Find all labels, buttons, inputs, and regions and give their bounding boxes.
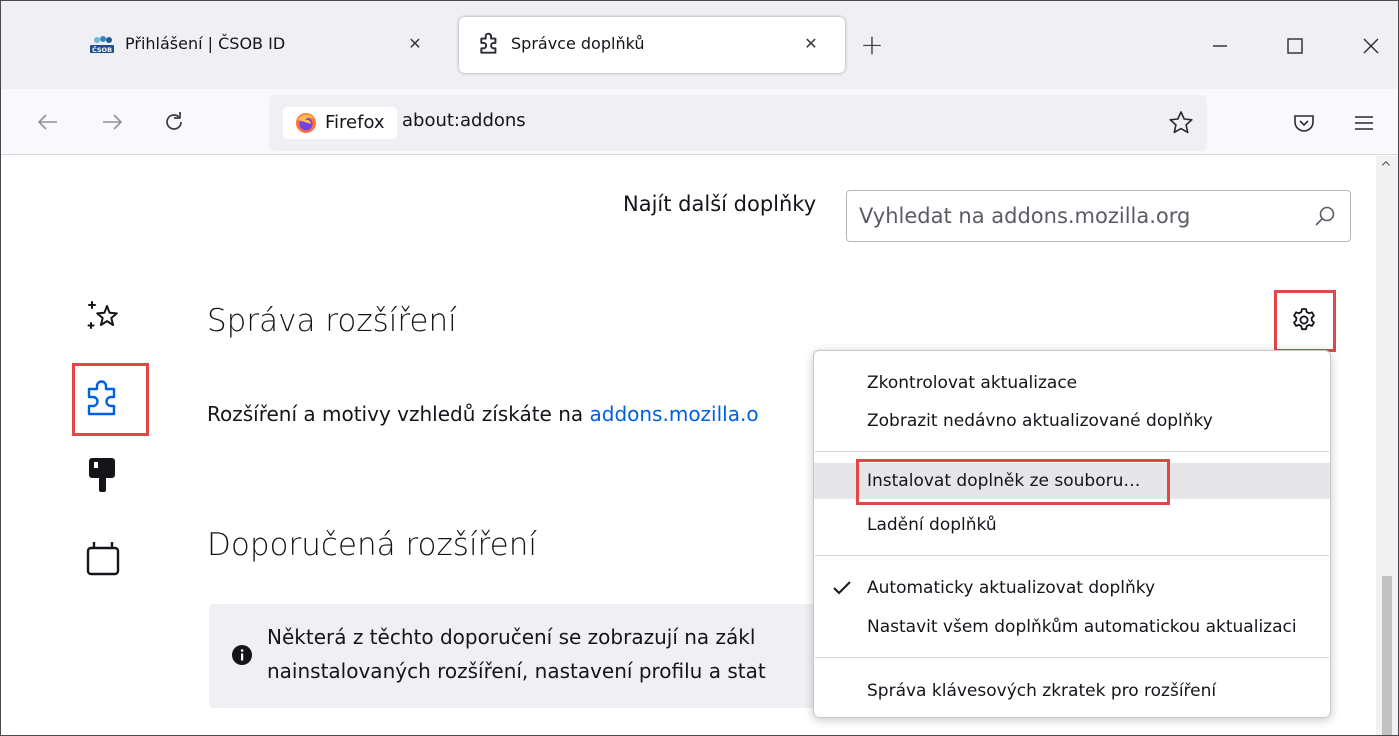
addons-mozilla-link[interactable]: addons.mozilla.o <box>590 402 759 426</box>
svg-text:ČSOB: ČSOB <box>92 45 112 54</box>
menu-item-debug-addons[interactable]: Ladění doplňků <box>814 507 1330 543</box>
checkmark-icon <box>833 581 851 595</box>
menu-item-reset-auto-update[interactable]: Nastavit všem doplňkům automatickou aktu… <box>814 609 1330 645</box>
recommended-extensions-heading: Doporučená rozšíření <box>207 527 537 563</box>
minimize-icon[interactable] <box>1205 31 1235 61</box>
puzzle-icon[interactable] <box>81 377 125 421</box>
close-tab-icon[interactable]: ✕ <box>799 32 823 56</box>
info-line: Některá z těchto doporučení se zobrazují… <box>267 625 756 649</box>
recommendation-info-box: Některá z těchto doporučení se zobrazují… <box>209 604 849 708</box>
sparkle-star-icon[interactable] <box>81 294 125 338</box>
vertical-scrollbar[interactable]: ^ <box>1376 156 1398 735</box>
csob-logo-icon: ČSOB <box>90 36 114 54</box>
firefox-logo-icon <box>296 113 316 133</box>
menu-separator <box>815 657 1329 658</box>
pocket-icon[interactable] <box>1291 110 1317 136</box>
search-icon[interactable] <box>1312 203 1338 229</box>
info-line: nainstalovaných rozšíření, nastavení pro… <box>267 659 766 683</box>
install-from-file-highlight <box>856 459 1170 505</box>
addons-search-box[interactable] <box>846 190 1351 242</box>
navigation-toolbar: Firefox about:addons <box>1 89 1398 155</box>
menu-item-label: Automaticky aktualizovat doplňky <box>867 578 1156 598</box>
addons-tools-menu: Zkontrolovat aktualizace Zobrazit nedávn… <box>813 350 1331 718</box>
maximize-icon[interactable] <box>1280 31 1310 61</box>
menu-item-manage-shortcuts[interactable]: Správa klávesových zkratek pro rozšíření <box>814 673 1330 709</box>
menu-item-check-updates[interactable]: Zkontrolovat aktualizace <box>814 365 1330 401</box>
description-text: Rozšíření a motivy vzhledů získáte na <box>207 402 590 426</box>
tab-csob-login[interactable]: ČSOB Přihlášení | ČSOB ID ✕ <box>67 17 449 73</box>
info-icon <box>232 645 252 665</box>
puzzle-icon <box>480 32 497 54</box>
url-text[interactable]: about:addons <box>402 110 526 131</box>
scroll-thumb[interactable] <box>1382 576 1392 735</box>
tab-addons-manager[interactable]: Správce doplňků ✕ <box>459 17 845 73</box>
close-tab-icon[interactable]: ✕ <box>403 32 427 56</box>
menu-item-label: Zobrazit nedávno aktualizované doplňky <box>867 411 1213 431</box>
tab-title: Přihlášení | ČSOB ID <box>125 34 286 53</box>
menu-item-label: Ladění doplňků <box>867 515 997 535</box>
menu-item-label: Zkontrolovat aktualizace <box>867 373 1078 393</box>
extensions-description: Rozšíření a motivy vzhledů získáte na ad… <box>207 402 759 426</box>
paintbrush-icon[interactable] <box>81 452 125 496</box>
tab-strip: ČSOB Přihlášení | ČSOB ID ✕ Správce dopl… <box>1 1 1398 89</box>
identity-box[interactable]: Firefox <box>283 107 397 139</box>
tools-button-highlight <box>1274 290 1336 352</box>
menu-separator <box>815 451 1329 452</box>
menu-item-auto-update[interactable]: Automaticky aktualizovat doplňky <box>814 570 1330 606</box>
addons-search-input[interactable] <box>859 199 1299 233</box>
new-tab-button[interactable]: + <box>857 31 887 61</box>
browser-window: ČSOB Přihlášení | ČSOB ID ✕ Správce dopl… <box>0 0 1399 736</box>
scroll-up-icon[interactable]: ^ <box>1380 160 1392 176</box>
find-more-addons-label: Najít další doplňky <box>623 192 817 216</box>
menu-item-label: Správa klávesových zkratek pro rozšíření <box>867 681 1217 701</box>
back-arrow-icon[interactable] <box>35 109 61 135</box>
plugin-icon[interactable] <box>81 536 125 580</box>
url-bar[interactable]: Firefox about:addons <box>269 95 1207 151</box>
manage-extensions-heading: Správa rozšíření <box>207 303 457 339</box>
menu-item-view-recent-updates[interactable]: Zobrazit nedávno aktualizované doplňky <box>814 403 1330 439</box>
bookmark-star-icon[interactable] <box>1167 109 1195 137</box>
forward-arrow-icon[interactable] <box>99 109 125 135</box>
identity-label: Firefox <box>325 112 385 133</box>
reload-icon[interactable] <box>161 109 187 135</box>
tab-title: Správce doplňků <box>511 34 645 53</box>
menu-item-label: Nastavit všem doplňkům automatickou aktu… <box>867 617 1297 637</box>
hamburger-menu-icon[interactable] <box>1351 110 1377 136</box>
menu-separator <box>815 555 1329 556</box>
info-text: Některá z těchto doporučení se zobrazují… <box>267 620 766 688</box>
close-window-icon[interactable] <box>1356 31 1386 61</box>
